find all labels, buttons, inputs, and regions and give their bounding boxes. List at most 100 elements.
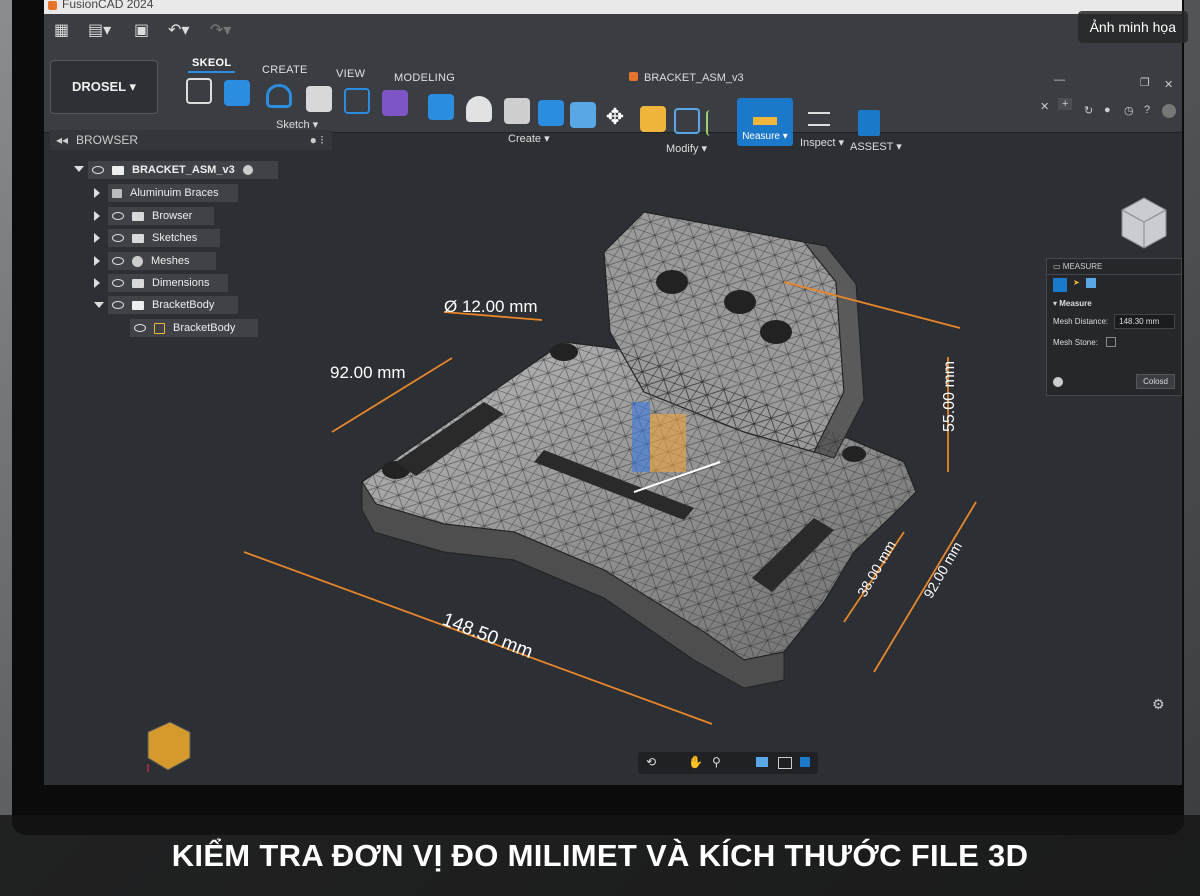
root-expand-icon[interactable]	[74, 166, 84, 172]
pan-icon[interactable]: ✋	[688, 755, 703, 769]
extrude-icon[interactable]	[428, 94, 454, 120]
rib-icon[interactable]	[570, 102, 596, 128]
measure-section-title[interactable]: ▾ Measure	[1047, 295, 1181, 312]
minimize-icon[interactable]: —	[1054, 74, 1065, 86]
expand-icon[interactable]	[94, 211, 100, 221]
slot-dimension[interactable]: 38.00 mm	[854, 538, 899, 600]
sidebar-item-bracketbody-child[interactable]: BracketBody	[130, 319, 258, 337]
modeling-solid-icon[interactable]	[382, 90, 408, 116]
visibility-eye-icon[interactable]	[112, 234, 124, 242]
undo-icon[interactable]: ↶▾	[168, 20, 189, 44]
selection-filter-row: ➤	[1047, 275, 1181, 295]
width-right-dimension[interactable]: 92.00 mm	[920, 539, 965, 601]
sidebar-item-sketches[interactable]: Sketches	[108, 229, 220, 247]
create-sketch-icon[interactable]	[186, 78, 212, 104]
mesh-distance-value[interactable]: 148.30 mm	[1114, 314, 1175, 329]
avatar[interactable]	[1162, 104, 1176, 118]
press-pull-icon[interactable]	[640, 106, 666, 132]
restore-icon[interactable]: ❐	[1140, 76, 1150, 89]
close-icon[interactable]: ✕	[1164, 78, 1173, 91]
height-dimension[interactable]: 55.00 mm	[941, 361, 958, 432]
inspect-icon[interactable]	[808, 112, 830, 126]
grid-settings-icon[interactable]	[778, 757, 792, 769]
browser-panel-header[interactable]: ◂◂ BROWSER ● ⁝	[50, 130, 332, 150]
measure-panel-title: MEASURE	[1062, 262, 1103, 271]
sidebar-item-bracketbody[interactable]: BracketBody	[108, 296, 238, 314]
info-icon[interactable]	[1053, 377, 1063, 387]
browser-root-item[interactable]: BRACKET_ASM_v3	[88, 161, 278, 179]
sidebar-item-label: Browser	[152, 210, 193, 222]
app-title: FusionCAD 2024	[62, 0, 154, 11]
assembly-icon	[112, 188, 122, 198]
arc-icon[interactable]	[266, 84, 292, 108]
folder-icon	[132, 278, 144, 288]
tab-skeol[interactable]: SKEOL	[187, 57, 236, 73]
box-icon[interactable]	[306, 86, 332, 112]
settings-gear-icon[interactable]: ⚙	[1152, 696, 1165, 713]
clock-icon[interactable]: ◷	[1124, 104, 1134, 117]
tab-view[interactable]: VIEW	[336, 68, 365, 80]
close-tab-icon[interactable]: ✕	[1040, 100, 1049, 113]
sidebar-item-label: Sketches	[152, 232, 198, 244]
visibility-eye-icon[interactable]	[112, 301, 124, 309]
sidebar-item-dimensions[interactable]: Dimensions	[108, 274, 228, 292]
viewports-icon[interactable]	[800, 757, 810, 767]
expand-icon[interactable]	[94, 233, 100, 243]
view-cube[interactable]	[1121, 197, 1167, 249]
measure-mode-icon[interactable]	[1053, 278, 1067, 292]
visibility-eye-icon[interactable]	[112, 257, 124, 265]
browser-root-label: BRACKET_ASM_v3	[132, 164, 235, 176]
expand-icon[interactable]	[94, 278, 100, 288]
move-icon[interactable]: ✥	[602, 104, 628, 130]
navigation-toolbar: ⟲ ✋ ⚲	[638, 752, 818, 774]
tab-modeling[interactable]: MODELING	[394, 72, 455, 84]
revolve-icon[interactable]	[466, 96, 492, 122]
visibility-eye-icon[interactable]	[92, 166, 104, 174]
refresh-icon[interactable]: ↻	[1084, 104, 1093, 117]
sidebar-item-meshes[interactable]: Meshes	[108, 252, 216, 270]
body-select-icon[interactable]	[1085, 278, 1096, 288]
caption-banner: KIỂM TRA ĐƠN VỊ ĐO MILIMET VÀ KÍCH THƯỚC…	[0, 815, 1200, 896]
save-icon[interactable]: ▣	[134, 20, 149, 44]
loft-icon[interactable]	[538, 100, 564, 126]
redo-icon[interactable]: ↷▾	[210, 20, 231, 44]
title-bar: FusionCAD 2024	[44, 0, 1182, 14]
workspace-switcher[interactable]: DROSEL ▾	[50, 60, 158, 114]
caption-text: KIỂM TRA ĐƠN VỊ ĐO MILIMET VÀ KÍCH THƯỚC…	[171, 837, 1029, 873]
orbit-icon[interactable]: ⟲	[646, 755, 656, 769]
browser-options-icon[interactable]: ● ⁝	[310, 133, 324, 147]
sweep-icon[interactable]	[504, 98, 530, 124]
sidebar-item-label: BracketBody	[173, 322, 236, 334]
sidebar-item-label: Meshes	[151, 255, 190, 267]
folder-icon	[132, 233, 144, 243]
new-tab-icon[interactable]: +	[1058, 98, 1073, 110]
expand-icon[interactable]	[94, 256, 100, 266]
collapse-icon[interactable]: ◂◂	[56, 133, 68, 147]
target-icon[interactable]	[242, 165, 253, 175]
hole-diameter-dimension[interactable]: Ø 12.00 mm	[444, 297, 538, 316]
visibility-eye-icon[interactable]	[112, 279, 124, 287]
sidebar-item-label: Aluminuim Braces	[130, 187, 219, 199]
width-left-dimension[interactable]: 92.00 mm	[330, 363, 406, 382]
help-icon[interactable]: ?	[1144, 104, 1150, 116]
expand-icon[interactable]	[94, 188, 100, 198]
cursor-icon[interactable]: ➤	[1073, 278, 1080, 292]
app-screen: FusionCAD 2024 ▦ ▤▾ ▣ ↶▾ ↷▾ DROSEL ▾ SKE…	[44, 0, 1182, 785]
fillet-icon[interactable]	[674, 108, 700, 134]
rectangle-icon[interactable]	[344, 88, 370, 114]
extrude-sketch-icon[interactable]	[224, 80, 250, 106]
sidebar-item-browser[interactable]: Browser	[108, 207, 214, 225]
file-icon[interactable]: ▤▾	[88, 20, 111, 44]
visibility-eye-icon[interactable]	[112, 212, 124, 220]
notification-icon[interactable]: ●	[1104, 104, 1111, 116]
length-dimension[interactable]: 148.50 mm	[439, 609, 535, 663]
zoom-icon[interactable]: ⚲	[712, 755, 721, 769]
visibility-eye-icon[interactable]	[134, 324, 146, 332]
close-button[interactable]: Colosd	[1136, 374, 1175, 389]
sidebar-item-aluminum-braces[interactable]: Aluminuim Braces	[108, 184, 238, 202]
collapse-item-icon[interactable]	[94, 302, 104, 308]
grid-menu-icon[interactable]: ▦	[54, 20, 69, 44]
display-settings-icon[interactable]	[756, 757, 768, 767]
mesh-stone-checkbox[interactable]	[1105, 337, 1116, 347]
tab-create[interactable]: CREATE	[262, 64, 308, 76]
